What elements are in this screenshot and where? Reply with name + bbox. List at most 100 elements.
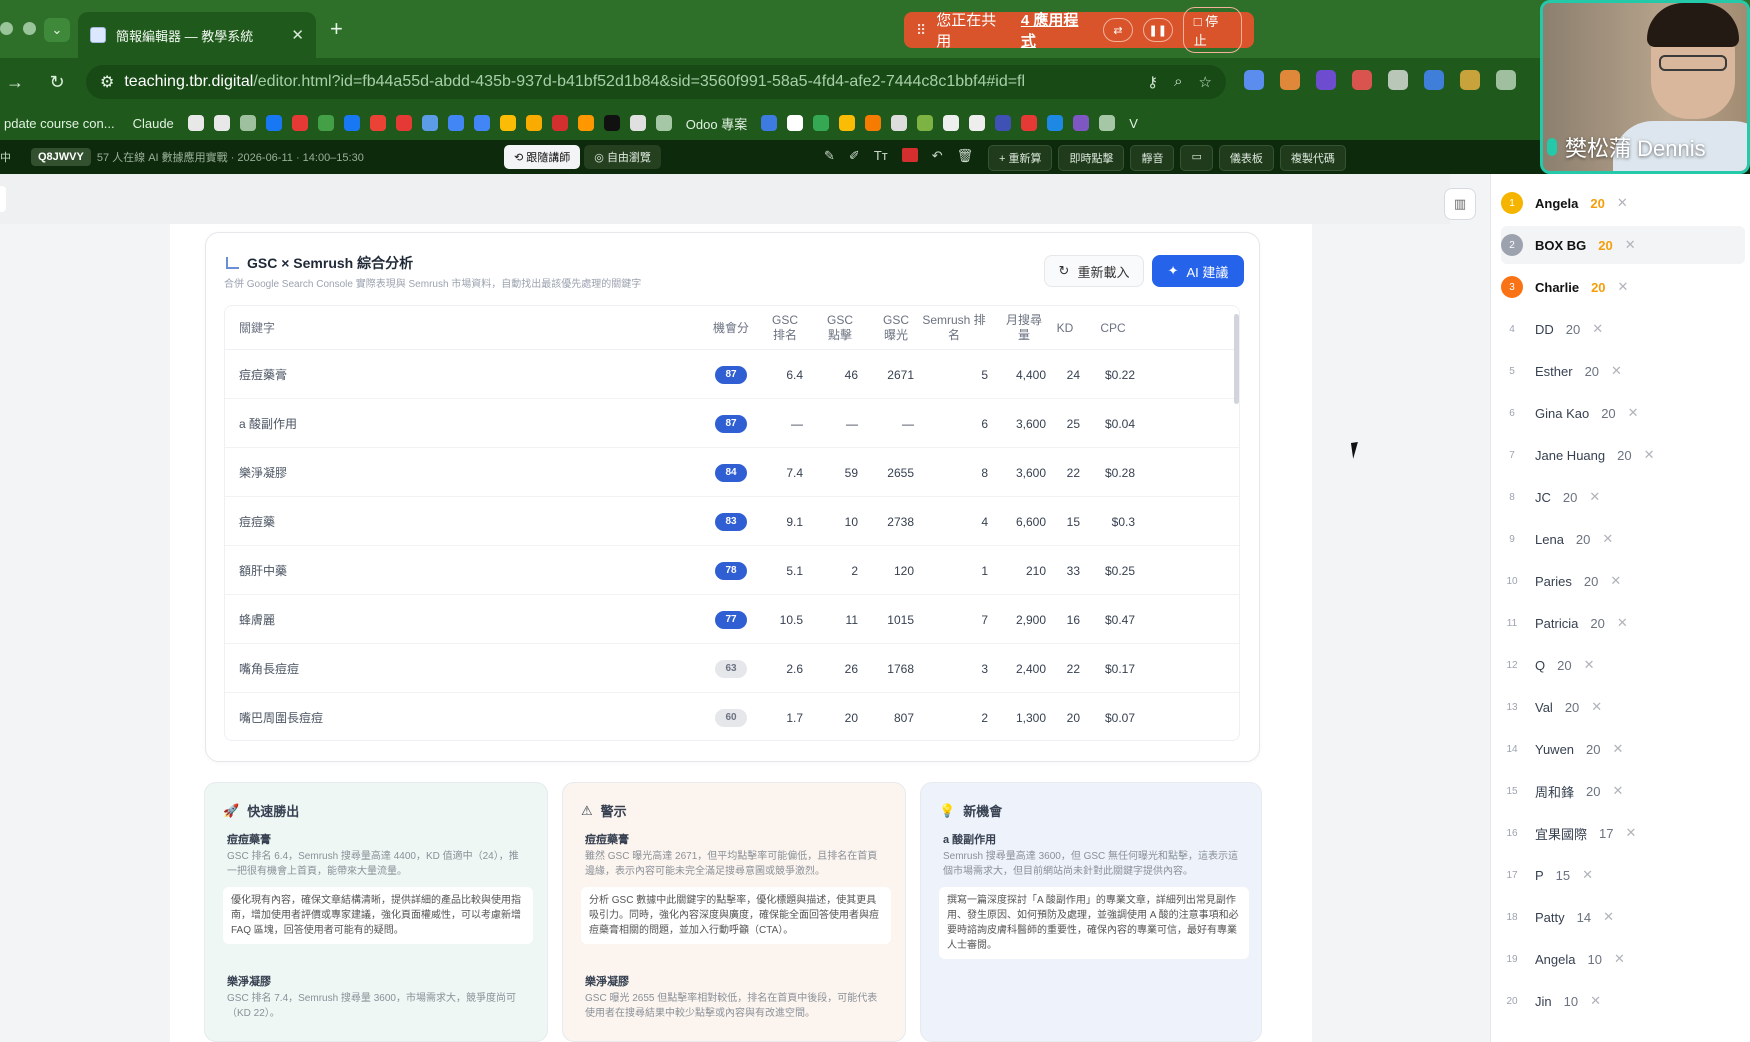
webcam-overlay[interactable]: 樊松蒲 Dennis [1540, 0, 1750, 174]
extension-icon[interactable] [1244, 70, 1264, 90]
table-row[interactable]: 痘痘藥 83 9.1 10 2738 4 6,600 15 $0.3 [225, 497, 1239, 546]
window-dot[interactable] [0, 22, 13, 35]
bookmark-icon[interactable] [447, 115, 464, 131]
youtube-icon[interactable] [291, 115, 308, 131]
analytics-icon[interactable] [525, 115, 542, 131]
extension-icon[interactable] [1424, 70, 1444, 90]
panel-toggle-handle[interactable] [0, 186, 6, 212]
bookmark-icon[interactable] [629, 115, 646, 131]
stop-share-button[interactable]: □ 停止 [1182, 7, 1242, 53]
leaderboard-row[interactable]: 5 Esther 20 ✕ [1501, 352, 1745, 390]
bookmark-icon[interactable] [865, 115, 882, 131]
recalc-button[interactable]: + 重新算 [988, 145, 1053, 171]
leaderboard-row[interactable]: 15 周和鋒 20 ✕ [1501, 772, 1745, 810]
folder-icon[interactable] [1099, 115, 1116, 131]
remove-icon[interactable]: ✕ [1625, 237, 1636, 253]
remove-icon[interactable]: ✕ [1591, 699, 1602, 715]
bookmark-folder[interactable]: Odoo 專案 [682, 114, 751, 133]
color-swatch[interactable] [901, 148, 918, 162]
window-dot[interactable] [23, 22, 36, 35]
bookmark-item[interactable]: pdate course con... [0, 116, 119, 131]
remove-icon[interactable]: ✕ [1644, 447, 1655, 463]
bookmark-icon[interactable] [317, 115, 334, 131]
table-row[interactable]: 樂淨凝膠 84 7.4 59 2655 8 3,600 22 $0.28 [225, 448, 1239, 497]
leaderboard-row[interactable]: 7 Jane Huang 20 ✕ [1501, 436, 1745, 474]
col-gsc-impr[interactable]: GSC 曝光 [878, 306, 914, 350]
remove-icon[interactable]: ✕ [1628, 405, 1639, 421]
bookmark-icon[interactable] [1047, 115, 1064, 131]
new-tab-icon[interactable]: + [330, 16, 343, 42]
table-row[interactable]: 額肝中藥 78 5.1 2 120 1 210 33 $0.25 [225, 546, 1239, 595]
facebook-icon[interactable] [343, 115, 360, 131]
browser-tab[interactable]: 簡報編輯器 — 教學系統 ✕ [78, 12, 316, 58]
pause-icon[interactable]: ❚❚ [1142, 18, 1173, 42]
leaderboard-icon[interactable]: ▥ [1444, 188, 1476, 220]
table-scrollbar[interactable] [1234, 314, 1239, 404]
magic-pen-icon[interactable]: ✎ [824, 148, 835, 164]
youtube-icon[interactable] [395, 115, 412, 131]
remove-icon[interactable]: ✕ [1611, 363, 1622, 379]
key-icon[interactable]: ⚷ [1147, 73, 1158, 91]
share-app-link[interactable]: 4 應用程式 [1021, 9, 1093, 51]
language-label[interactable]: 中 [0, 149, 11, 165]
reload-button[interactable]: ↻ 重新載入 [1044, 255, 1144, 287]
bookmark-folder[interactable]: V [1125, 116, 1142, 131]
gmail-icon[interactable] [369, 115, 386, 131]
room-code-badge[interactable]: Q8JWVY [31, 148, 91, 166]
mode-free-browse[interactable]: ◎ 自由瀏覽 [584, 145, 661, 169]
close-icon[interactable]: ✕ [291, 26, 304, 44]
facebook-icon[interactable] [265, 115, 282, 131]
forward-icon[interactable]: → [0, 72, 30, 93]
remove-icon[interactable]: ✕ [1617, 195, 1628, 211]
switch-share-icon[interactable]: ⇄ [1103, 18, 1133, 42]
leaderboard-row[interactable]: 6 Gina Kao 20 ✕ [1501, 394, 1745, 432]
leaderboard-row[interactable]: 4 DD 20 ✕ [1501, 310, 1745, 348]
google-icon[interactable] [499, 115, 516, 131]
address-bar[interactable]: ⚙ teaching.tbr.digital/editor.html?id=fb… [86, 65, 1226, 99]
bookmark-icon[interactable] [995, 115, 1012, 131]
extension-icon[interactable] [1352, 70, 1372, 90]
mute-button[interactable]: 靜音 [1130, 145, 1175, 171]
star-icon[interactable]: ☆ [1199, 73, 1212, 91]
apps-grid-icon[interactable] [239, 115, 256, 131]
extension-icon[interactable] [1388, 70, 1408, 90]
translate-icon[interactable] [473, 115, 490, 131]
bookmark-icon[interactable] [917, 115, 934, 131]
remove-icon[interactable]: ✕ [1617, 615, 1628, 631]
bookmark-item[interactable]: Claude [129, 116, 178, 131]
leaderboard-row[interactable]: 3 Charlie 20 ✕ [1501, 268, 1745, 306]
bookmark-icon[interactable] [421, 115, 438, 131]
mode-follow-teacher[interactable]: ⟲ 跟隨講師 [504, 145, 581, 169]
remove-icon[interactable]: ✕ [1584, 657, 1595, 673]
remove-icon[interactable]: ✕ [1592, 321, 1603, 337]
bookmark-icon[interactable] [787, 115, 804, 131]
remove-icon[interactable]: ✕ [1613, 741, 1624, 757]
bookmark-icon[interactable] [761, 115, 778, 131]
bookmark-icon[interactable] [969, 115, 986, 131]
bookmark-icon[interactable] [891, 115, 908, 131]
table-row[interactable]: 蜂膚麗 77 10.5 11 1015 7 2,900 16 $0.47 [225, 595, 1239, 644]
leaderboard-row[interactable]: 17 P 15 ✕ [1501, 856, 1745, 894]
bookmark-icon[interactable] [577, 115, 594, 131]
col-gsc-rank[interactable]: GSC 排名 [767, 306, 803, 350]
copy-code-button[interactable]: 複製代碼 [1279, 145, 1346, 171]
remove-icon[interactable]: ✕ [1625, 825, 1636, 841]
pen-icon[interactable]: ✐ [849, 148, 860, 164]
puzzle-icon[interactable] [1496, 70, 1516, 90]
remove-icon[interactable]: ✕ [1614, 951, 1625, 967]
leaderboard-row[interactable]: 16 宜果國際 17 ✕ [1501, 814, 1745, 852]
undo-icon[interactable]: ↶ [932, 148, 943, 164]
live-click-button[interactable]: 即時點擊 [1058, 145, 1125, 171]
leaderboard-row[interactable]: 9 Lena 20 ✕ [1501, 520, 1745, 558]
site-info-icon[interactable]: ⚙ [100, 72, 114, 92]
col-keyword[interactable]: 關鍵字 [239, 306, 275, 350]
leaderboard-row[interactable]: 12 Q 20 ✕ [1501, 646, 1745, 684]
bookmark-icon[interactable] [187, 115, 204, 131]
leaderboard-row[interactable]: 11 Patricia 20 ✕ [1501, 604, 1745, 642]
drive-icon[interactable] [839, 115, 856, 131]
col-opportunity[interactable]: 機會分 [707, 306, 755, 350]
extension-icon[interactable] [1460, 70, 1480, 90]
remove-icon[interactable]: ✕ [1618, 279, 1629, 295]
leaderboard-row[interactable]: 1 Angela 20 ✕ [1501, 184, 1745, 222]
remove-icon[interactable]: ✕ [1589, 489, 1600, 505]
